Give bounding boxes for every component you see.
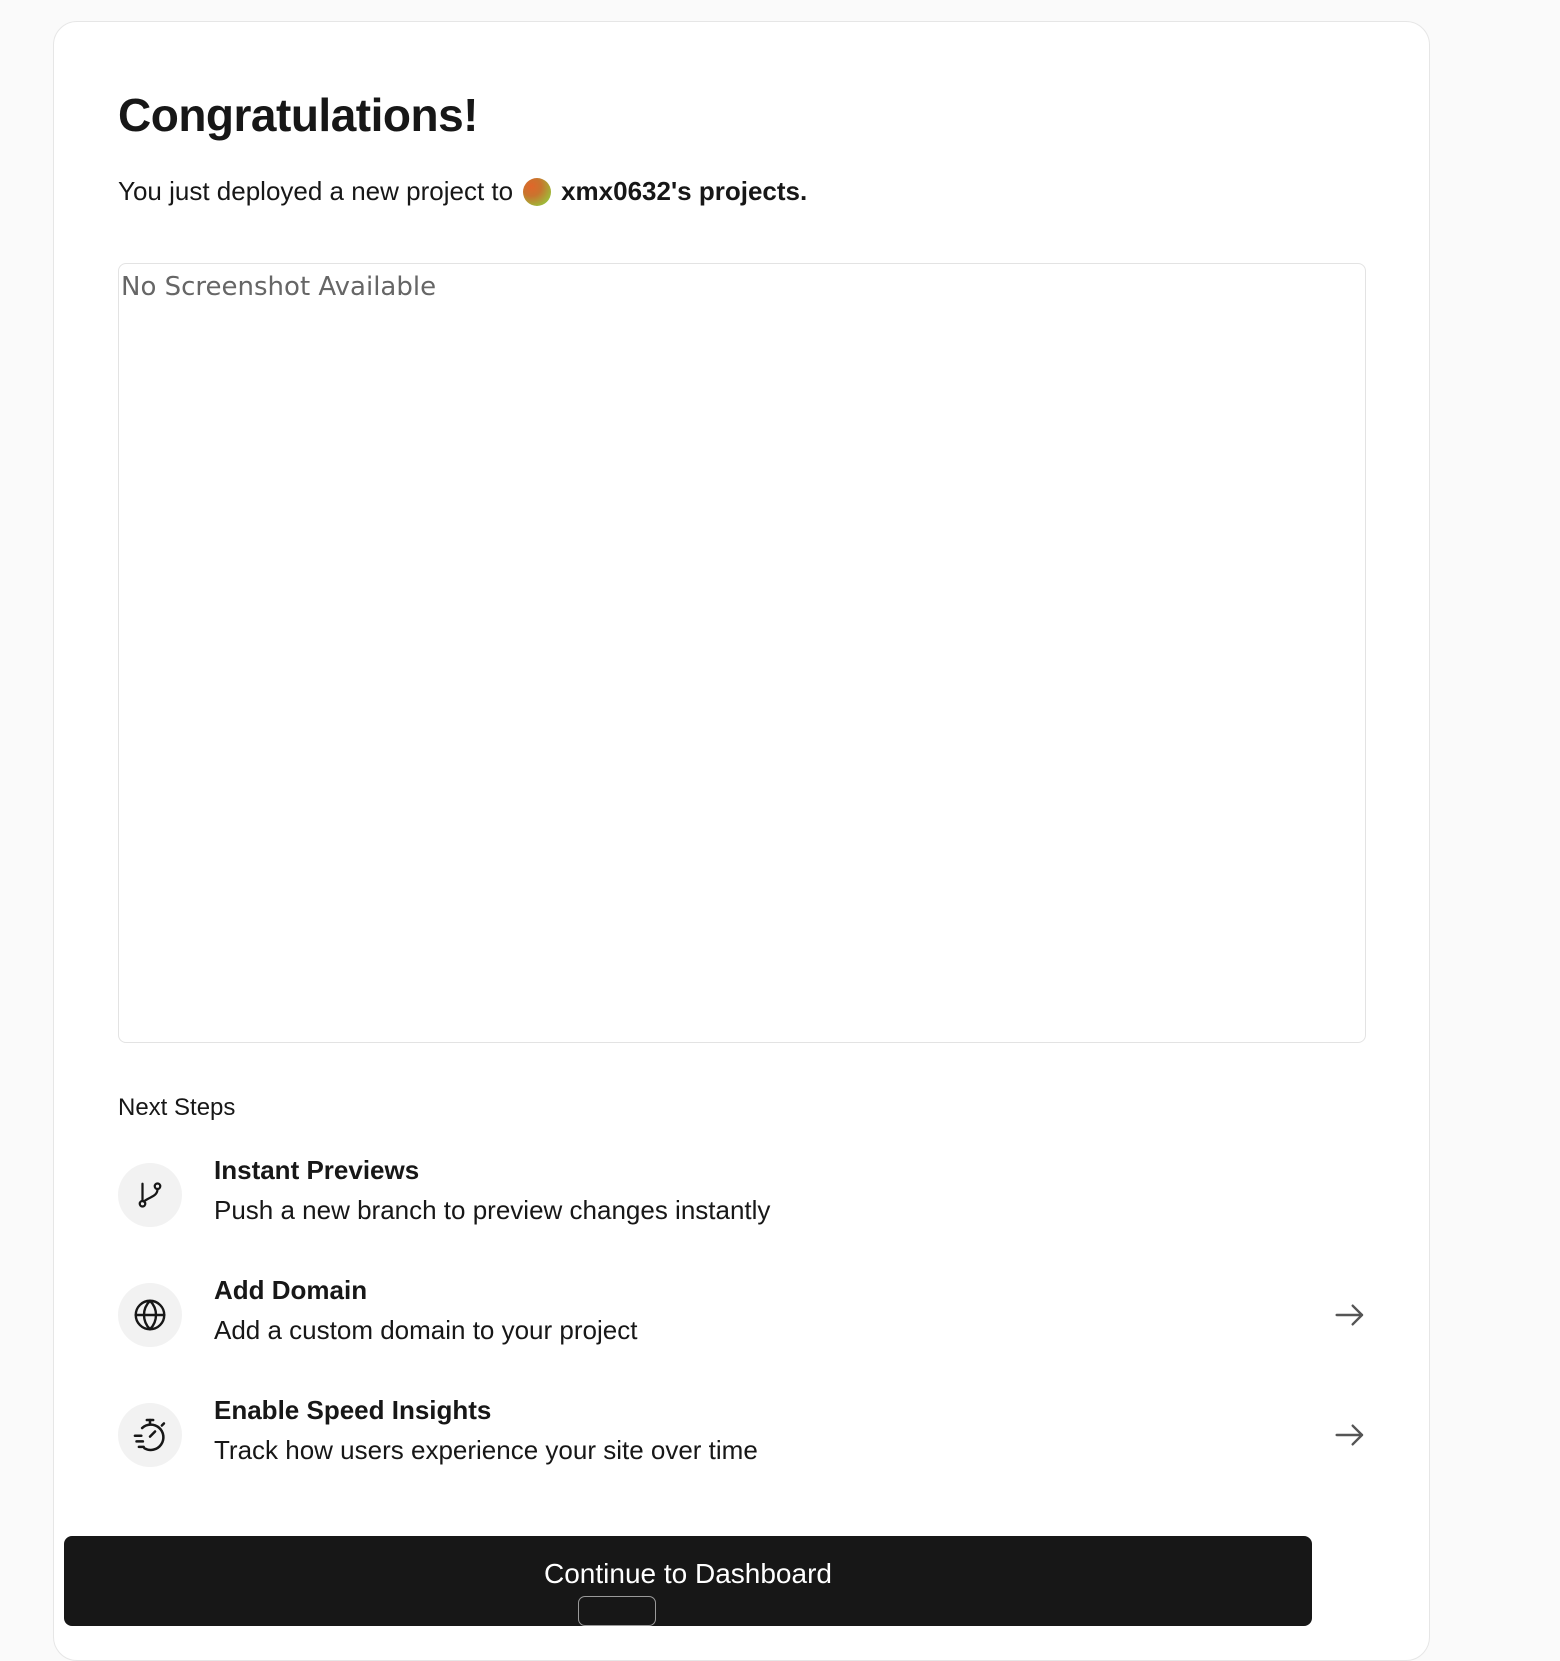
next-steps-heading: Next Steps — [118, 1094, 236, 1121]
page-title: Congratulations! — [118, 89, 478, 141]
arrow-right-icon[interactable] — [1334, 1419, 1366, 1451]
deploy-message-prefix: You just deployed a new project to — [118, 176, 514, 206]
globe-icon — [118, 1283, 182, 1347]
arrow-right-icon[interactable] — [1334, 1299, 1366, 1331]
step-description: Push a new branch to preview changes ins… — [214, 1195, 771, 1225]
deployment-preview[interactable]: No Screenshot Available — [118, 263, 1366, 1043]
keyboard-shortcut-hint — [578, 1596, 656, 1626]
deploy-message: You just deployed a new project to xmx06… — [118, 176, 807, 207]
next-step-instant-previews: Instant Previews Push a new branch to pr… — [118, 1155, 1366, 1235]
team-avatar — [523, 177, 552, 206]
git-branch-icon — [118, 1163, 182, 1227]
step-description: Track how users experience your site ove… — [214, 1435, 758, 1465]
preview-placeholder-text: No Screenshot Available — [121, 272, 437, 302]
step-description: Add a custom domain to your project — [214, 1315, 638, 1345]
next-step-add-domain[interactable]: Add Domain Add a custom domain to your p… — [118, 1275, 1366, 1355]
step-title: Add Domain — [214, 1275, 368, 1305]
next-step-speed-insights[interactable]: Enable Speed Insights Track how users ex… — [118, 1395, 1366, 1475]
continue-to-dashboard-button[interactable]: Continue to Dashboard — [64, 1536, 1312, 1626]
team-name: xmx0632's projects. — [561, 176, 808, 206]
step-title: Enable Speed Insights — [214, 1395, 492, 1425]
deployment-success-card: Congratulations! You just deployed a new… — [53, 21, 1430, 1661]
step-title: Instant Previews — [214, 1155, 420, 1185]
stopwatch-speed-icon — [118, 1403, 182, 1467]
